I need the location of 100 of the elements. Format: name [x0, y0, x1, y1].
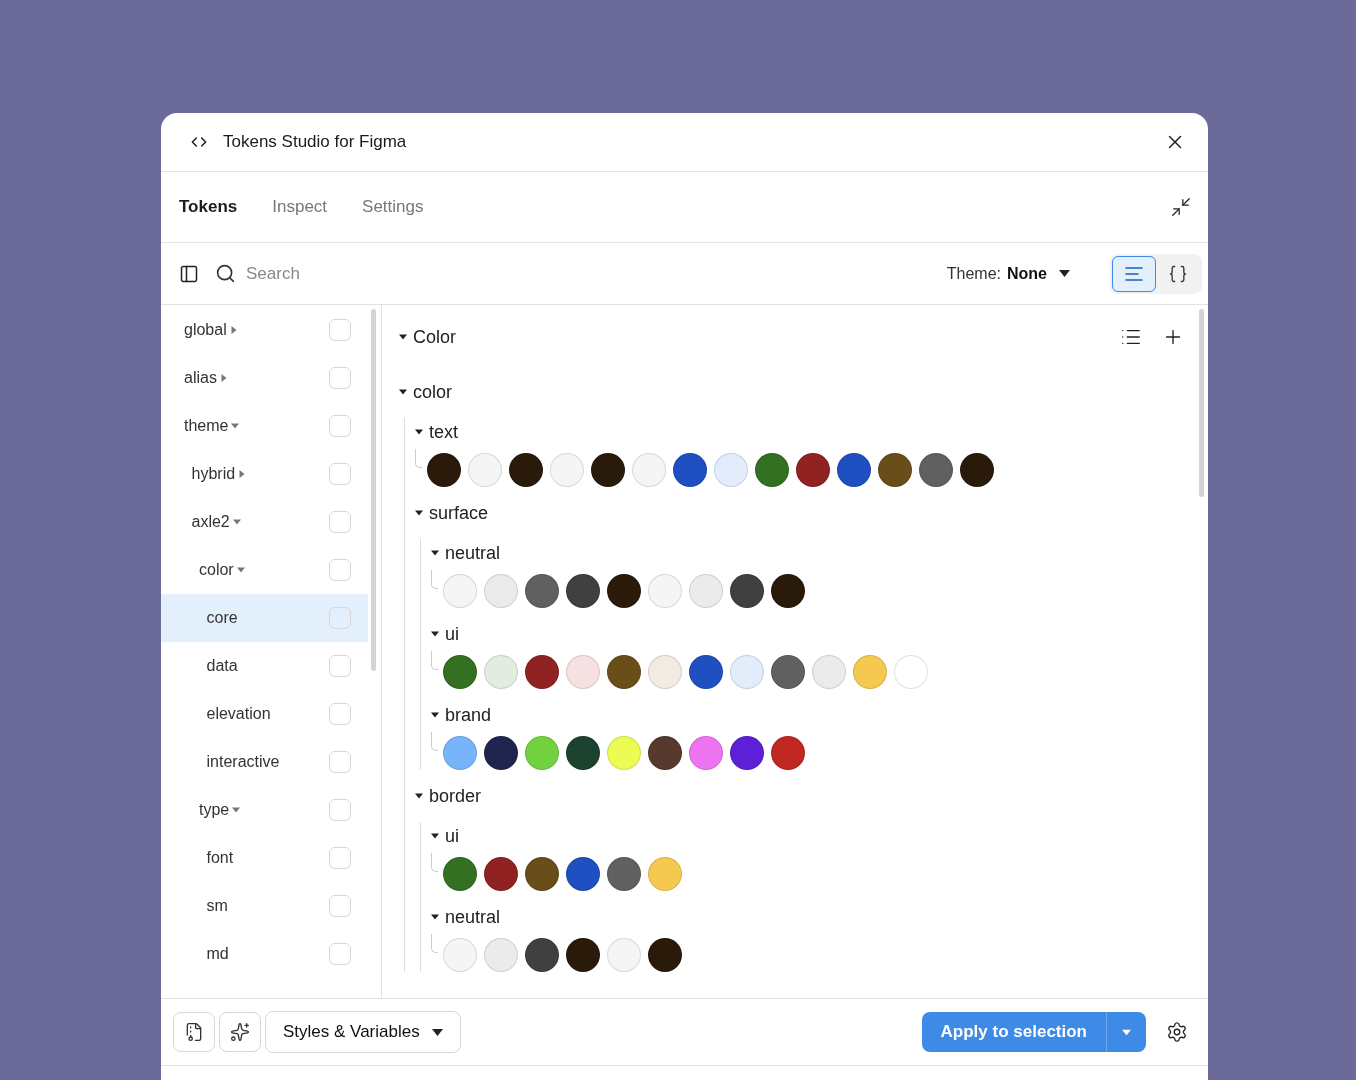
color-swatch[interactable] — [525, 938, 559, 972]
color-swatch[interactable] — [771, 736, 805, 770]
token-set-label[interactable]: theme — [184, 417, 240, 435]
color-swatch[interactable] — [566, 736, 600, 770]
checkbox[interactable] — [329, 895, 351, 917]
checkbox[interactable] — [329, 415, 351, 437]
color-swatch[interactable] — [607, 857, 641, 891]
checkbox[interactable] — [329, 319, 351, 341]
tab[interactable]: Tokens — [179, 193, 238, 221]
list-view-button[interactable] — [1112, 255, 1156, 292]
token-set-label[interactable]: data — [206, 657, 238, 675]
token-set-label[interactable]: type — [199, 801, 241, 819]
color-swatch[interactable] — [689, 574, 723, 608]
color-swatch[interactable] — [484, 857, 518, 891]
token-set-label[interactable]: elevation — [206, 705, 271, 723]
token-set-label[interactable]: core — [206, 609, 238, 627]
color-swatch[interactable] — [730, 655, 764, 689]
token-group-header[interactable]: ui — [431, 620, 459, 648]
token-group-header[interactable]: color — [399, 378, 452, 406]
token-group-header[interactable]: ui — [431, 822, 459, 850]
color-swatch[interactable] — [771, 574, 805, 608]
sidebar-item[interactable]: global — [161, 306, 368, 354]
color-swatch[interactable] — [484, 655, 518, 689]
sidebar-item[interactable]: hybrid — [161, 450, 368, 498]
color-swatch[interactable] — [443, 938, 477, 972]
token-set-label[interactable]: md — [206, 945, 229, 963]
token-set-label[interactable]: hybrid — [191, 465, 247, 483]
checkbox[interactable] — [329, 511, 351, 533]
color-swatch[interactable] — [484, 938, 518, 972]
sidebar-item[interactable]: data — [161, 642, 368, 690]
color-swatch[interactable] — [812, 655, 846, 689]
color-swatch[interactable] — [484, 736, 518, 770]
token-set-label[interactable]: axle2 — [191, 513, 241, 531]
color-swatch[interactable] — [689, 655, 723, 689]
color-swatch[interactable] — [714, 453, 748, 487]
color-swatch[interactable] — [673, 453, 707, 487]
sidebar-item[interactable]: interactive — [161, 738, 368, 786]
color-swatch[interactable] — [796, 453, 830, 487]
color-swatch[interactable] — [443, 655, 477, 689]
color-swatch[interactable] — [878, 453, 912, 487]
token-group-header[interactable]: text — [415, 418, 458, 446]
color-swatch[interactable] — [648, 938, 682, 972]
color-swatch[interactable] — [689, 736, 723, 770]
token-group-header[interactable]: neutral — [431, 539, 501, 567]
color-swatch[interactable] — [894, 655, 928, 689]
color-swatch[interactable] — [853, 655, 887, 689]
scrollbar-thumb[interactable] — [1199, 309, 1204, 497]
color-swatch[interactable] — [607, 655, 641, 689]
color-swatch[interactable] — [525, 857, 559, 891]
checkbox[interactable] — [329, 463, 351, 485]
token-group-header[interactable]: brand — [431, 701, 492, 729]
color-swatch[interactable] — [484, 574, 518, 608]
color-swatch[interactable] — [960, 453, 994, 487]
color-swatch[interactable] — [443, 736, 477, 770]
token-group-header[interactable]: border — [415, 782, 482, 810]
sparkles-button[interactable] — [219, 1012, 261, 1052]
token-set-label[interactable]: alias — [184, 369, 228, 387]
color-swatch[interactable] — [427, 453, 461, 487]
checkbox[interactable] — [329, 943, 351, 965]
color-swatch[interactable] — [566, 938, 600, 972]
token-set-label[interactable]: sm — [206, 897, 228, 915]
color-swatch[interactable] — [919, 453, 953, 487]
sidebar-item[interactable]: axle2 — [161, 498, 368, 546]
color-swatch[interactable] — [566, 857, 600, 891]
sidebar-item[interactable]: core — [161, 594, 368, 642]
color-swatch[interactable] — [509, 453, 543, 487]
color-swatch[interactable] — [550, 453, 584, 487]
checkbox[interactable] — [329, 655, 351, 677]
sidebar-item[interactable]: font — [161, 834, 368, 882]
sidebar-item[interactable]: alias — [161, 354, 368, 402]
color-swatch[interactable] — [730, 574, 764, 608]
scrollbar-thumb[interactable] — [371, 309, 376, 671]
tab[interactable]: Inspect — [272, 193, 328, 221]
color-swatch[interactable] — [755, 453, 789, 487]
token-set-label[interactable]: color — [199, 561, 245, 579]
sidebar-item[interactable]: md — [161, 930, 368, 978]
tab[interactable]: Settings — [362, 193, 424, 221]
search-field[interactable]: Search — [244, 262, 448, 285]
color-swatch[interactable] — [607, 736, 641, 770]
token-group-header[interactable]: surface — [415, 499, 489, 527]
color-swatch[interactable] — [525, 655, 559, 689]
token-set-label[interactable]: font — [206, 849, 234, 867]
checkbox[interactable] — [329, 607, 351, 629]
token-group-header[interactable]: neutral — [431, 903, 501, 931]
color-swatch[interactable] — [648, 736, 682, 770]
color-swatch[interactable] — [443, 857, 477, 891]
color-swatch[interactable] — [591, 453, 625, 487]
styles-variables-dropdown[interactable]: Styles & Variables — [265, 1011, 461, 1053]
color-swatch[interactable] — [443, 574, 477, 608]
token-set-label[interactable]: interactive — [206, 753, 280, 771]
color-swatch[interactable] — [648, 574, 682, 608]
file-archive-button[interactable] — [173, 1012, 215, 1052]
color-swatch[interactable] — [525, 574, 559, 608]
color-swatch[interactable] — [566, 574, 600, 608]
sidebar-item[interactable]: sm — [161, 882, 368, 930]
color-swatch[interactable] — [648, 857, 682, 891]
color-swatch[interactable] — [837, 453, 871, 487]
color-swatch[interactable] — [648, 655, 682, 689]
color-swatch[interactable] — [607, 938, 641, 972]
sidebar-item[interactable]: type — [161, 786, 368, 834]
